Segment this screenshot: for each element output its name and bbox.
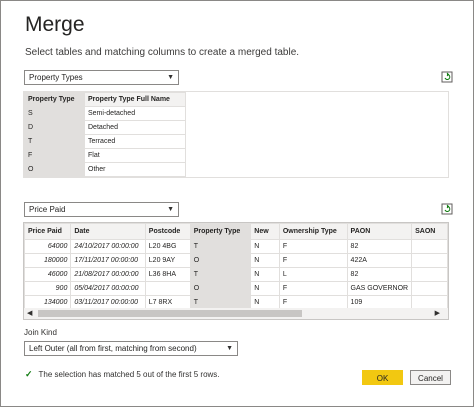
table-cell: F xyxy=(24,148,85,163)
table-cell: L xyxy=(278,267,348,282)
table-cell: T xyxy=(24,134,85,149)
column-header-paon[interactable]: PAON xyxy=(346,223,413,240)
table-cell: O xyxy=(189,253,252,268)
chevron-down-icon: ▼ xyxy=(167,206,174,213)
table-row: 900 05/04/2017 00:00:00 O N F GAS GOVERN… xyxy=(24,281,448,296)
table-cell: 05/04/2017 00:00:00 xyxy=(70,281,146,296)
table-cell xyxy=(411,239,448,254)
chevron-down-icon: ▼ xyxy=(167,74,174,81)
table-cell: N xyxy=(250,239,280,254)
table-row: S Semi-detached xyxy=(24,106,186,121)
table-header-row: Price Paid Date Postcode Property Type N… xyxy=(24,223,448,240)
table-cell: 24/10/2017 00:00:00 xyxy=(70,239,146,254)
second-table: Price Paid Date Postcode Property Type N… xyxy=(24,223,448,310)
merge-dialog: Merge Select tables and matching columns… xyxy=(0,0,474,407)
table-cell: 422A xyxy=(346,253,413,268)
table-cell: L36 8HA xyxy=(144,267,191,282)
column-header-property-type-full-name[interactable]: Property Type Full Name xyxy=(84,92,186,107)
match-status: ✓ The selection has matched 5 out of the … xyxy=(25,369,220,380)
scroll-left-icon[interactable]: ◀ xyxy=(27,309,32,317)
table-cell: 180000 xyxy=(24,253,72,268)
table-cell: F xyxy=(278,253,348,268)
join-kind-label: Join Kind xyxy=(24,328,57,337)
table-cell: O xyxy=(24,162,85,177)
table-cell: Other xyxy=(84,162,186,177)
table-row: F Flat xyxy=(24,148,186,163)
table-cell: L20 9AY xyxy=(144,253,191,268)
chevron-down-icon: ▼ xyxy=(226,345,233,352)
scrollbar-thumb[interactable] xyxy=(38,310,302,317)
table-cell: 46000 xyxy=(24,267,72,282)
column-header-saon[interactable]: SAON xyxy=(411,223,448,240)
table-header-row: Property Type Property Type Full Name xyxy=(24,92,186,107)
scroll-right-icon[interactable]: ▶ xyxy=(435,309,440,317)
dialog-subtitle: Select tables and matching columns to cr… xyxy=(25,47,300,58)
table-cell: O xyxy=(189,281,252,296)
table-cell: N xyxy=(250,281,280,296)
table-row: 46000 21/08/2017 00:00:00 L36 8HA T N L … xyxy=(24,267,448,282)
table-cell: F xyxy=(278,281,348,296)
table-cell: Semi-detached xyxy=(84,106,186,121)
table-cell: L20 4BG xyxy=(144,239,191,254)
column-header-price-paid[interactable]: Price Paid xyxy=(24,223,72,240)
table-row: 64000 24/10/2017 00:00:00 L20 4BG T N F … xyxy=(24,239,448,254)
table-cell: N xyxy=(250,253,280,268)
table-cell: Flat xyxy=(84,148,186,163)
cancel-button[interactable]: Cancel xyxy=(410,370,451,385)
second-table-preview: Price Paid Date Postcode Property Type N… xyxy=(23,222,449,320)
join-kind-dropdown[interactable]: Left Outer (all from first, matching fro… xyxy=(24,341,238,356)
table-cell: 64000 xyxy=(24,239,72,254)
table-row: D Detached xyxy=(24,120,186,135)
join-kind-dropdown-value: Left Outer (all from first, matching fro… xyxy=(29,344,197,353)
first-table: Property Type Property Type Full Name S … xyxy=(24,92,186,177)
first-table-dropdown-value: Property Types xyxy=(29,73,83,82)
dialog-title: Merge xyxy=(25,13,85,36)
table-cell xyxy=(144,281,191,296)
second-table-dropdown[interactable]: Price Paid ▼ xyxy=(24,202,179,217)
column-header-postcode[interactable]: Postcode xyxy=(144,223,191,240)
horizontal-scrollbar[interactable]: ◀ ▶ xyxy=(24,308,448,319)
refresh-icon[interactable] xyxy=(441,71,453,83)
checkmark-icon: ✓ xyxy=(25,369,33,379)
table-cell: 82 xyxy=(346,267,413,282)
column-header-property-type[interactable]: Property Type xyxy=(24,92,85,107)
ok-button[interactable]: OK xyxy=(362,370,403,385)
table-cell: T xyxy=(189,239,252,254)
table-cell: Terraced xyxy=(84,134,186,149)
table-cell: 17/11/2017 00:00:00 xyxy=(70,253,146,268)
table-row: T Terraced xyxy=(24,134,186,149)
table-cell: N xyxy=(250,267,280,282)
table-cell: 82 xyxy=(346,239,413,254)
table-cell xyxy=(411,253,448,268)
second-table-dropdown-value: Price Paid xyxy=(29,205,66,214)
table-row: O Other xyxy=(24,162,186,177)
table-cell: 900 xyxy=(24,281,72,296)
table-cell: GAS GOVERNOR xyxy=(346,281,413,296)
table-cell: 21/08/2017 00:00:00 xyxy=(70,267,146,282)
column-header-ownership-type[interactable]: Ownership Type xyxy=(278,223,348,240)
table-cell: S xyxy=(24,106,85,121)
table-cell: F xyxy=(278,239,348,254)
table-cell xyxy=(411,267,448,282)
table-cell: T xyxy=(189,267,252,282)
refresh-icon[interactable] xyxy=(441,203,453,215)
table-cell xyxy=(411,281,448,296)
column-header-property-type[interactable]: Property Type xyxy=(189,223,252,240)
column-header-new[interactable]: New xyxy=(250,223,280,240)
column-header-date[interactable]: Date xyxy=(70,223,146,240)
table-cell: D xyxy=(24,120,85,135)
match-status-text: The selection has matched 5 out of the f… xyxy=(38,370,220,379)
first-table-dropdown[interactable]: Property Types ▼ xyxy=(24,70,179,85)
table-cell: Detached xyxy=(84,120,186,135)
table-row: 180000 17/11/2017 00:00:00 L20 9AY O N F… xyxy=(24,253,448,268)
